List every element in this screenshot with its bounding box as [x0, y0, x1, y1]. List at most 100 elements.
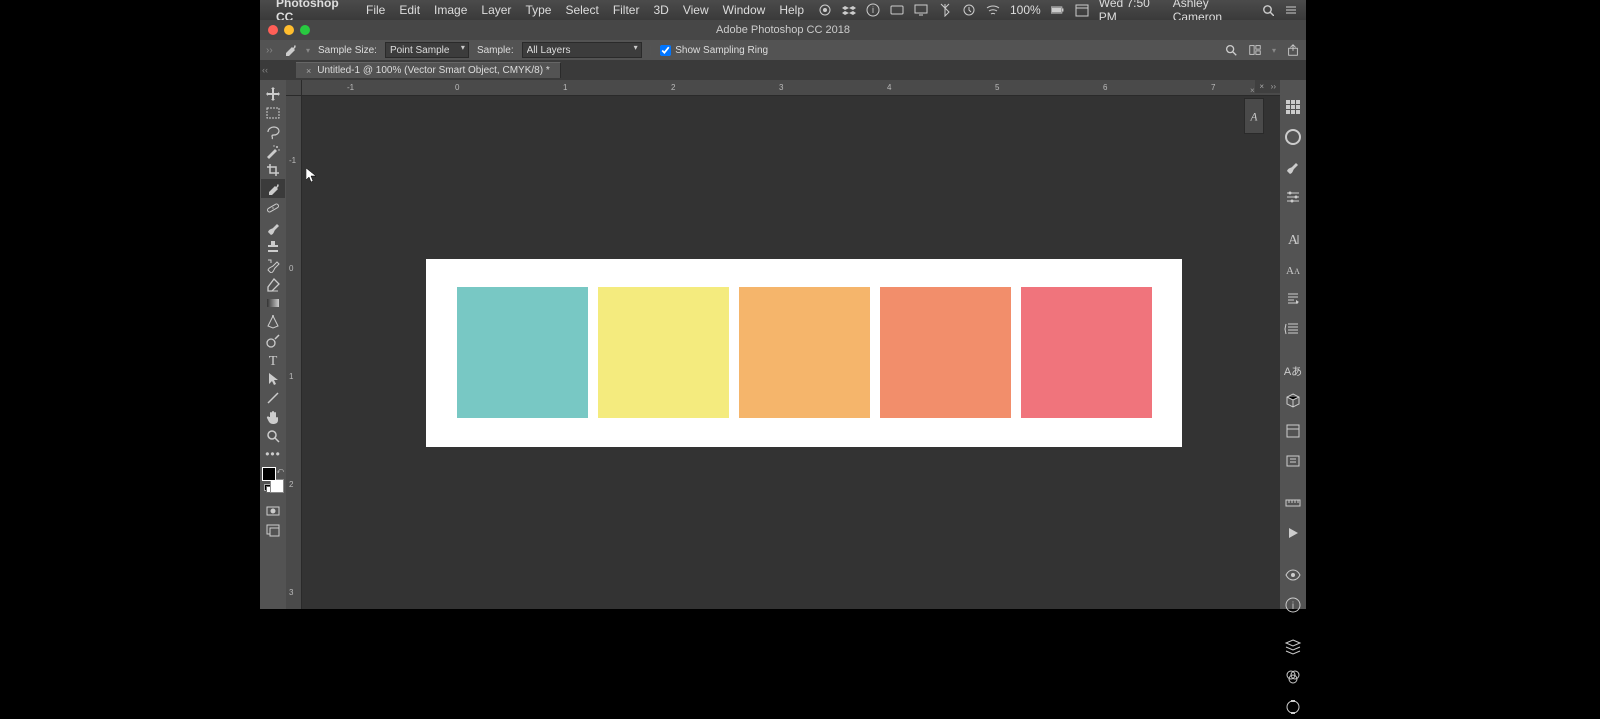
horizontal-ruler[interactable]: -10123456789 [302, 80, 1306, 96]
search-button[interactable] [1224, 43, 1238, 57]
eyedropper-tool[interactable] [261, 179, 285, 198]
channels-panel-icon[interactable] [1284, 668, 1302, 686]
document-tab-label: Untitled-1 @ 100% (Vector Smart Object, … [317, 65, 549, 76]
svg-text:A: A [1294, 267, 1300, 276]
3d-panel-icon[interactable] [1284, 392, 1302, 410]
clone-stamp-tool[interactable] [261, 236, 285, 255]
date-icon[interactable] [1075, 3, 1089, 17]
document-canvas[interactable] [426, 259, 1182, 447]
show-sampling-ring-input[interactable] [660, 45, 671, 56]
paragraph-styles-panel-icon[interactable] [1284, 320, 1302, 338]
gradient-tool[interactable] [261, 293, 285, 312]
bluetooth-icon[interactable] [938, 3, 952, 17]
history-brush-tool[interactable] [261, 255, 285, 274]
wifi-icon[interactable] [986, 3, 1000, 17]
path-select-tool[interactable] [261, 369, 285, 388]
panel-close-icon[interactable]: × [1250, 86, 1255, 95]
ruler-h-tick: 7 [1211, 83, 1215, 92]
learn-panel-icon[interactable] [1284, 452, 1302, 470]
marquee-tool[interactable] [261, 103, 285, 122]
ruler-origin[interactable] [286, 80, 302, 96]
menu-help[interactable]: Help [779, 3, 804, 17]
arrange-documents-button[interactable] [1248, 43, 1262, 57]
color-swatch-2 [598, 287, 729, 418]
mouse-cursor-icon [306, 168, 317, 184]
spotlight-icon[interactable] [1261, 3, 1274, 17]
menu-image[interactable]: Image [434, 3, 467, 17]
line-tool[interactable] [261, 388, 285, 407]
svg-text:A: A [1286, 265, 1294, 277]
battery-icon[interactable] [1051, 3, 1065, 17]
brush-panel-icon[interactable] [1284, 158, 1302, 176]
info-panel-icon[interactable]: i [1284, 596, 1302, 614]
badge-icon[interactable] [890, 3, 904, 17]
tools-panel: ••• ⤺ [260, 80, 286, 609]
pen-tool[interactable] [261, 312, 285, 331]
menu-layer[interactable]: Layer [481, 3, 511, 17]
notification-center-icon[interactable] [1284, 3, 1298, 17]
menu-edit[interactable]: Edit [399, 3, 420, 17]
paragraph-panel-icon[interactable] [1284, 290, 1302, 308]
swap-colors-icon[interactable]: ⤺ [277, 468, 284, 476]
arrange-dropdown-icon[interactable]: ▾ [1272, 46, 1276, 55]
paths-panel-icon[interactable] [1284, 698, 1302, 716]
character-styles-panel-icon[interactable]: AA [1284, 260, 1302, 278]
share-button[interactable] [1286, 43, 1300, 57]
type-tool[interactable] [261, 350, 285, 369]
edit-toolbar-button[interactable]: ••• [265, 445, 281, 463]
character-panel-icon[interactable]: A [1284, 230, 1302, 248]
collapse-toolbar-icon[interactable]: ‹‹ [260, 65, 270, 75]
dodge-tool[interactable] [261, 331, 285, 350]
color-swatch-3 [739, 287, 870, 418]
menu-window[interactable]: Window [723, 3, 766, 17]
menu-type[interactable]: Type [525, 3, 551, 17]
screen-mode-button[interactable] [261, 520, 285, 539]
brush-tool[interactable] [261, 217, 285, 236]
record-icon[interactable] [818, 3, 832, 17]
sample-select[interactable]: All Layers [522, 42, 642, 58]
ruler-panel-icon[interactable] [1284, 494, 1302, 512]
color-panel-icon[interactable] [1284, 128, 1302, 146]
foreground-background-color[interactable]: ⤺ [262, 467, 284, 493]
glyphs-collapsed-tab[interactable]: A [1244, 98, 1264, 134]
dropbox-icon[interactable] [842, 3, 856, 17]
macos-menubar: Photoshop CC File Edit Image Layer Type … [260, 0, 1306, 20]
window-title: Adobe Photoshop CC 2018 [260, 24, 1306, 36]
background-color-swatch[interactable] [270, 479, 284, 493]
move-tool[interactable] [261, 84, 285, 103]
layers-panel-icon[interactable] [1284, 638, 1302, 656]
grid-panel-icon[interactable] [1284, 98, 1302, 116]
menu-3d[interactable]: 3D [653, 3, 668, 17]
info-icon[interactable]: i [866, 3, 880, 17]
quick-mask-button[interactable] [261, 501, 285, 520]
visibility-panel-icon[interactable] [1284, 566, 1302, 584]
glyphs-panel-icon[interactable]: Aあ [1284, 362, 1302, 380]
magic-wand-tool[interactable] [261, 141, 285, 160]
menu-select[interactable]: Select [565, 3, 598, 17]
show-sampling-ring-label: Show Sampling Ring [675, 45, 768, 56]
actions-panel-icon[interactable] [1284, 524, 1302, 542]
crop-tool[interactable] [261, 160, 285, 179]
vertical-ruler[interactable]: -10123 [286, 96, 302, 609]
adjust-panel-icon[interactable] [1284, 188, 1302, 206]
show-sampling-ring-checkbox[interactable]: Show Sampling Ring [660, 45, 768, 56]
ruler-h-tick: 4 [887, 83, 891, 92]
zoom-tool[interactable] [261, 426, 285, 445]
right-dock-collapse[interactable]: × ›› [1255, 80, 1280, 93]
timemachine-icon[interactable] [962, 3, 976, 17]
close-tab-icon[interactable]: × [306, 66, 311, 76]
menu-filter[interactable]: Filter [613, 3, 640, 17]
svg-text:Aあ: Aあ [1284, 365, 1302, 378]
foreground-color-swatch[interactable] [262, 467, 276, 481]
menu-file[interactable]: File [366, 3, 385, 17]
hand-tool[interactable] [261, 407, 285, 426]
libraries-panel-icon[interactable] [1284, 422, 1302, 440]
menu-view[interactable]: View [683, 3, 709, 17]
eraser-tool[interactable] [261, 274, 285, 293]
healing-brush-tool[interactable] [261, 198, 285, 217]
lasso-tool[interactable] [261, 122, 285, 141]
document-tab[interactable]: × Untitled-1 @ 100% (Vector Smart Object… [296, 62, 561, 78]
current-tool-icon[interactable] [282, 42, 298, 58]
sample-size-select[interactable]: Point Sample [385, 42, 469, 58]
tv-icon[interactable] [914, 3, 928, 17]
